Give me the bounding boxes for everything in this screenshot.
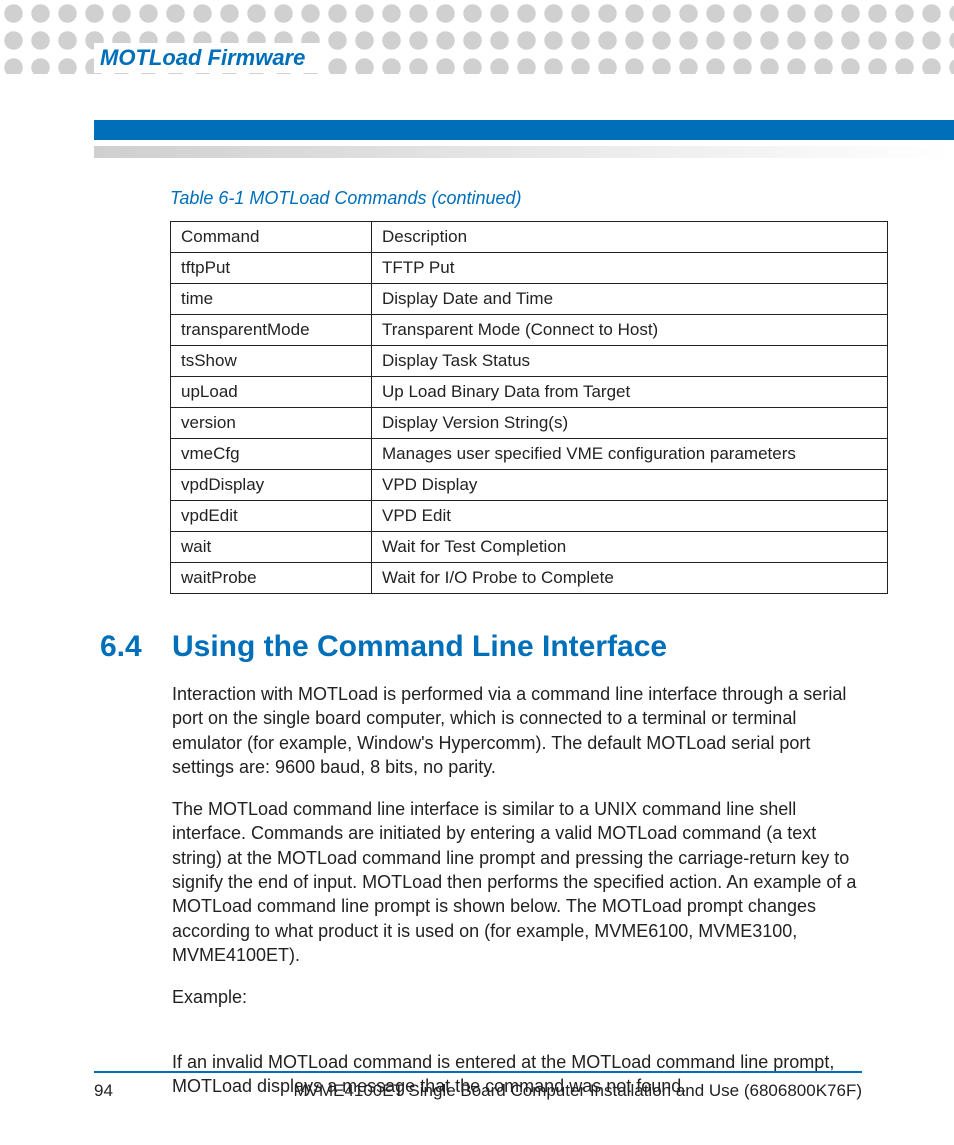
- section-body: Interaction with MOTLoad is performed vi…: [172, 682, 864, 1098]
- cmd-name: vmeCfg: [171, 439, 372, 470]
- cmd-desc: Display Task Status: [372, 346, 888, 377]
- cmd-desc: Wait for Test Completion: [372, 532, 888, 563]
- table-caption: Table 6-1 MOTLoad Commands (continued): [170, 188, 864, 209]
- cmd-desc: Manages user specified VME configuration…: [372, 439, 888, 470]
- cmd-desc: Display Version String(s): [372, 408, 888, 439]
- cmd-name: vpdDisplay: [171, 470, 372, 501]
- paragraph: Interaction with MOTLoad is performed vi…: [172, 682, 864, 779]
- table-row: upLoad Up Load Binary Data from Target: [171, 377, 888, 408]
- table-row: tftpPut TFTP Put: [171, 253, 888, 284]
- cmd-desc: VPD Display: [372, 470, 888, 501]
- page-number: 94: [94, 1081, 113, 1101]
- table-row: transparentMode Transparent Mode (Connec…: [171, 315, 888, 346]
- page-footer: 94 MVME4100ET Single Board Computer Inst…: [94, 1071, 862, 1101]
- table-row: time Display Date and Time: [171, 284, 888, 315]
- cmd-desc: Transparent Mode (Connect to Host): [372, 315, 888, 346]
- cmd-desc: Wait for I/O Probe to Complete: [372, 563, 888, 594]
- cmd-desc: Display Date and Time: [372, 284, 888, 315]
- cmd-name: version: [171, 408, 372, 439]
- table-row: wait Wait for Test Completion: [171, 532, 888, 563]
- table-header-description: Description: [372, 222, 888, 253]
- table-row: vpdDisplay VPD Display: [171, 470, 888, 501]
- footer-rule: [94, 1071, 862, 1073]
- table-row: vpdEdit VPD Edit: [171, 501, 888, 532]
- chapter-title: MOTLoad Firmware: [100, 45, 305, 70]
- cmd-name: vpdEdit: [171, 501, 372, 532]
- cmd-name: tsShow: [171, 346, 372, 377]
- table-row: version Display Version String(s): [171, 408, 888, 439]
- paragraph: Example:: [172, 985, 864, 1009]
- table-row: waitProbe Wait for I/O Probe to Complete: [171, 563, 888, 594]
- section-number: 6.4: [100, 630, 172, 664]
- table-row: vmeCfg Manages user specified VME config…: [171, 439, 888, 470]
- header-blue-bar: [94, 120, 954, 140]
- cmd-name: tftpPut: [171, 253, 372, 284]
- table-row: Command Description: [171, 222, 888, 253]
- paragraph: The MOTLoad command line interface is si…: [172, 797, 864, 967]
- table-header-command: Command: [171, 222, 372, 253]
- cmd-desc: TFTP Put: [372, 253, 888, 284]
- commands-table: Command Description tftpPut TFTP Put tim…: [170, 221, 888, 594]
- header-title-wrap: MOTLoad Firmware: [94, 43, 325, 73]
- table-row: tsShow Display Task Status: [171, 346, 888, 377]
- cmd-name: wait: [171, 532, 372, 563]
- cmd-name: transparentMode: [171, 315, 372, 346]
- document-title: MVME4100ET Single Board Computer Install…: [293, 1081, 862, 1101]
- cmd-desc: Up Load Binary Data from Target: [372, 377, 888, 408]
- cmd-name: upLoad: [171, 377, 372, 408]
- cmd-name: waitProbe: [171, 563, 372, 594]
- section-title: Using the Command Line Interface: [172, 630, 667, 664]
- cmd-name: time: [171, 284, 372, 315]
- cmd-desc: VPD Edit: [372, 501, 888, 532]
- header-grey-bar: [94, 146, 954, 158]
